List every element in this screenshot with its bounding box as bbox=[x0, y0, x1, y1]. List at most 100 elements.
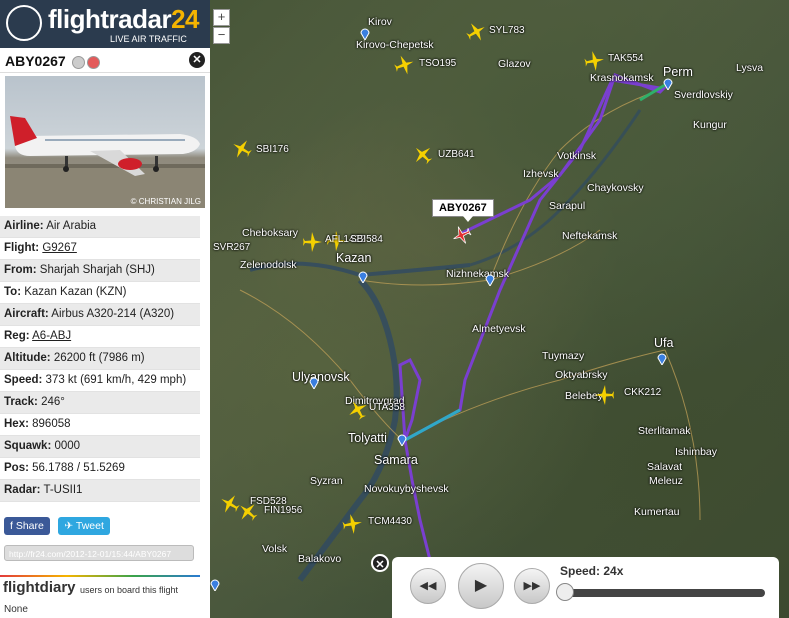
detail-row: Speed: 373 kt (691 km/h, 429 mph) bbox=[0, 370, 200, 392]
city-label: Sverdlovskiy bbox=[674, 89, 733, 101]
share-bar: f Share ✈ Tweet bbox=[4, 516, 114, 535]
city-label: Krasnokamsk bbox=[590, 72, 654, 84]
brand-tagline: LIVE AIR TRAFFIC bbox=[110, 34, 187, 44]
city-label: Syzran bbox=[310, 475, 343, 487]
close-panel-button[interactable]: ✕ bbox=[189, 52, 205, 68]
city-label: Chaykovsky bbox=[587, 182, 644, 194]
zoom-controls: + − bbox=[213, 9, 230, 45]
aircraft-icon[interactable] bbox=[582, 49, 606, 73]
flight-details: Airline: Air Arabia Flight: G9267 From: … bbox=[0, 216, 200, 502]
play-icon: ▶ bbox=[474, 577, 488, 594]
aircraft-label[interactable]: TSO195 bbox=[419, 58, 456, 69]
aircraft-icon[interactable] bbox=[464, 20, 488, 44]
detail-label: Reg: bbox=[4, 330, 30, 342]
flightdiary-text: users on board this flight bbox=[80, 585, 179, 595]
remove-icon[interactable] bbox=[87, 56, 100, 69]
airport-pin-icon[interactable] bbox=[210, 578, 220, 591]
aircraft-icon[interactable] bbox=[593, 383, 617, 407]
airport-pin-icon[interactable] bbox=[663, 77, 673, 90]
airport-pin-icon[interactable] bbox=[657, 352, 667, 365]
aircraft-icon[interactable] bbox=[340, 512, 364, 536]
aircraft-icon[interactable] bbox=[230, 137, 254, 161]
city-label: Sterlitamak bbox=[638, 425, 691, 437]
aircraft-label[interactable]: SVR267 bbox=[213, 242, 250, 253]
selected-aircraft-icon[interactable] bbox=[451, 224, 473, 246]
aircraft-icon[interactable] bbox=[300, 230, 324, 254]
city-label: Ishimbay bbox=[675, 446, 718, 458]
rewind-icon: ◀◀ bbox=[419, 580, 437, 592]
play-button[interactable]: ▶ bbox=[458, 563, 504, 609]
rewind-button[interactable]: ◀◀ bbox=[410, 568, 446, 604]
airport-pin-icon[interactable] bbox=[358, 270, 368, 283]
city-label: Samara bbox=[374, 453, 418, 467]
airport-pin-icon[interactable] bbox=[360, 27, 370, 40]
aircraft-label[interactable]: SBI176 bbox=[256, 144, 289, 155]
detail-row: Squawk: 0000 bbox=[0, 436, 200, 458]
aircraft-label[interactable]: UZB641 bbox=[438, 149, 475, 160]
detail-value: 26200 ft (7986 m) bbox=[53, 352, 145, 364]
info-icon[interactable] bbox=[72, 56, 85, 69]
flightdiary-bar: flightdiary users on board this flight bbox=[0, 575, 210, 603]
detail-label: Airline: bbox=[4, 220, 44, 232]
detail-value: 56.1788 / 51.5269 bbox=[32, 462, 125, 474]
zoom-in-button[interactable]: + bbox=[213, 9, 230, 26]
detail-label: To: bbox=[4, 286, 22, 298]
close-playback-button[interactable]: ✕ bbox=[371, 554, 389, 572]
detail-label: From: bbox=[4, 264, 37, 276]
aircraft-photo[interactable]: © CHRISTIAN JILG bbox=[5, 76, 205, 208]
registration-link[interactable]: A6-ABJ bbox=[32, 330, 71, 342]
timeline-slider[interactable] bbox=[560, 589, 765, 597]
city-label: Zelenodolsk bbox=[240, 259, 297, 271]
city-label: Votkinsk bbox=[557, 150, 597, 162]
airport-pin-icon[interactable] bbox=[397, 433, 407, 446]
city-label: Balakovo bbox=[298, 553, 342, 565]
aircraft-label[interactable]: UTA358 bbox=[369, 402, 405, 413]
city-label: Meleuz bbox=[649, 475, 683, 487]
flightdiary-logo[interactable]: flightdiary bbox=[3, 579, 76, 596]
detail-row: Track: 246° bbox=[0, 392, 200, 414]
city-label: Ulyanovsk bbox=[292, 370, 350, 384]
city-label: Kumertau bbox=[634, 506, 680, 518]
facebook-share-button[interactable]: f Share bbox=[4, 517, 50, 535]
city-label: Novokuybyshevsk bbox=[364, 483, 449, 495]
detail-row: Airline: Air Arabia bbox=[0, 216, 200, 238]
photo-credit: © CHRISTIAN JILG bbox=[130, 197, 201, 206]
detail-value: T-USII1 bbox=[43, 484, 83, 496]
flight-callout[interactable]: ABY0267 bbox=[432, 199, 494, 222]
aircraft-label[interactable]: FIN1956 bbox=[264, 505, 302, 516]
aircraft-label[interactable]: CKK212 bbox=[624, 387, 661, 398]
timeline-slider-handle[interactable] bbox=[556, 583, 574, 601]
brand-header[interactable]: flightradar24 LIVE AIR TRAFFIC bbox=[0, 0, 210, 48]
detail-value: 896058 bbox=[32, 418, 71, 430]
city-label: Neftekamsk bbox=[562, 230, 618, 242]
detail-value[interactable]: Sharjah Sharjah (SHJ) bbox=[40, 264, 155, 276]
aircraft-label[interactable]: SBI584 bbox=[350, 234, 383, 245]
aircraft-icon[interactable] bbox=[411, 143, 435, 167]
permalink-field[interactable]: http://fr24.com/2012-12-01/15:44/ABY0267 bbox=[4, 545, 194, 561]
flight-number-link[interactable]: G9267 bbox=[42, 242, 77, 254]
playback-controls: ◀◀ ▶ ▶▶ Speed: 24x bbox=[392, 557, 779, 618]
aircraft-label[interactable]: TCM4430 bbox=[368, 516, 412, 527]
callsign-bar: ABY0267 ✕ bbox=[0, 48, 210, 73]
city-label: Glazov bbox=[498, 58, 531, 70]
aircraft-label[interactable]: TAK554 bbox=[608, 53, 643, 64]
detail-value[interactable]: Kazan Kazan (KZN) bbox=[24, 286, 126, 298]
aircraft-label[interactable]: SYL783 bbox=[489, 25, 525, 36]
detail-label: Altitude: bbox=[4, 352, 51, 364]
twitter-tweet-button[interactable]: ✈ Tweet bbox=[58, 517, 110, 535]
zoom-out-button[interactable]: − bbox=[213, 27, 230, 44]
city-label: Volsk bbox=[262, 543, 288, 555]
color-stripe bbox=[0, 575, 200, 577]
fast-forward-button[interactable]: ▶▶ bbox=[514, 568, 550, 604]
airport-pin-icon[interactable] bbox=[485, 273, 495, 286]
airport-pin-icon[interactable] bbox=[309, 376, 319, 389]
city-label: Kazan bbox=[336, 251, 372, 265]
detail-label: Flight: bbox=[4, 242, 40, 254]
aircraft-icon[interactable] bbox=[392, 53, 416, 77]
detail-value: 246° bbox=[41, 396, 65, 408]
aircraft-icon[interactable] bbox=[346, 398, 370, 422]
city-label: Sarapul bbox=[549, 200, 586, 212]
aircraft-icon[interactable] bbox=[236, 500, 260, 524]
detail-label: Speed: bbox=[4, 374, 43, 386]
city-label: Nizhnekamsk bbox=[446, 268, 510, 280]
